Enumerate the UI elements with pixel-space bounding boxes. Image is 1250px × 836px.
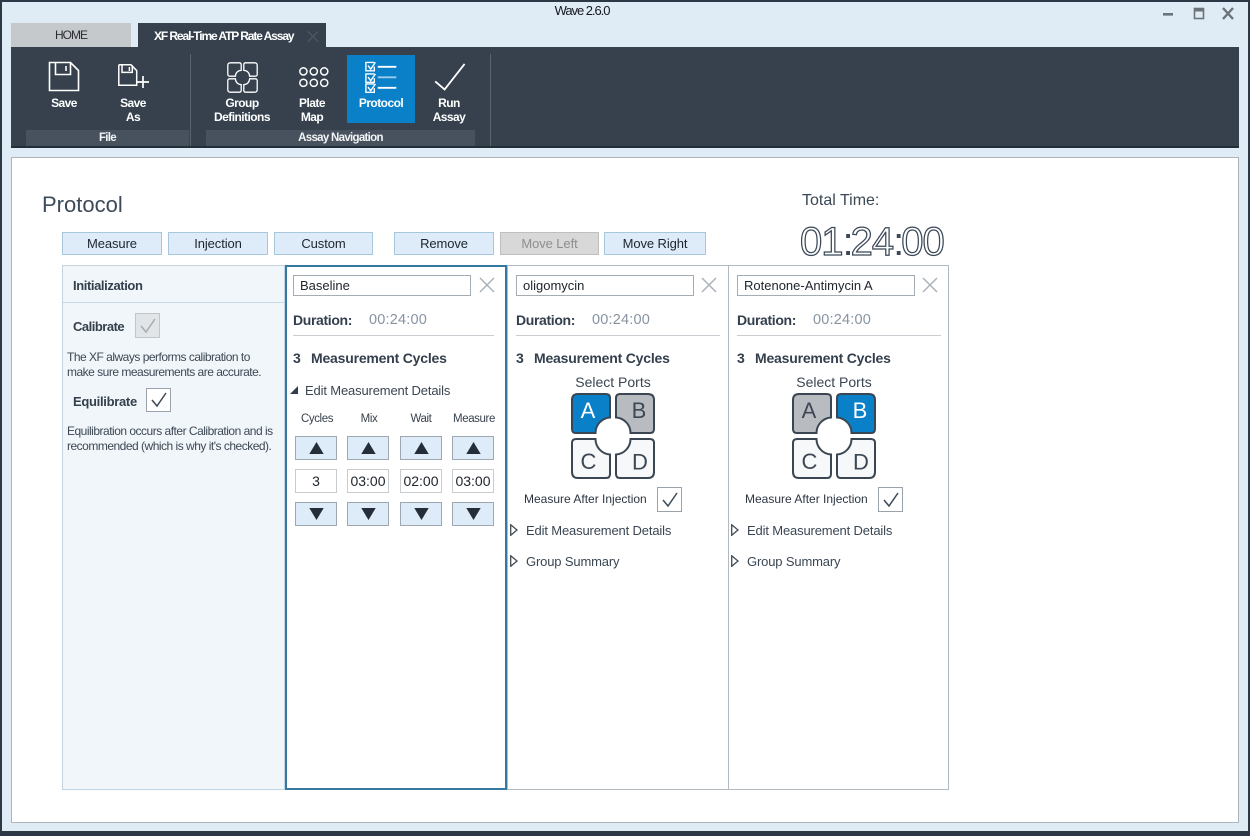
svg-text:C: C	[802, 449, 818, 474]
svg-text:D: D	[632, 450, 648, 475]
svg-text:A: A	[581, 398, 596, 423]
svg-text:D: D	[853, 450, 869, 475]
svg-text:B: B	[853, 398, 868, 423]
svg-text:B: B	[632, 398, 647, 423]
svg-text:C: C	[581, 449, 597, 474]
svg-text:A: A	[802, 398, 817, 423]
